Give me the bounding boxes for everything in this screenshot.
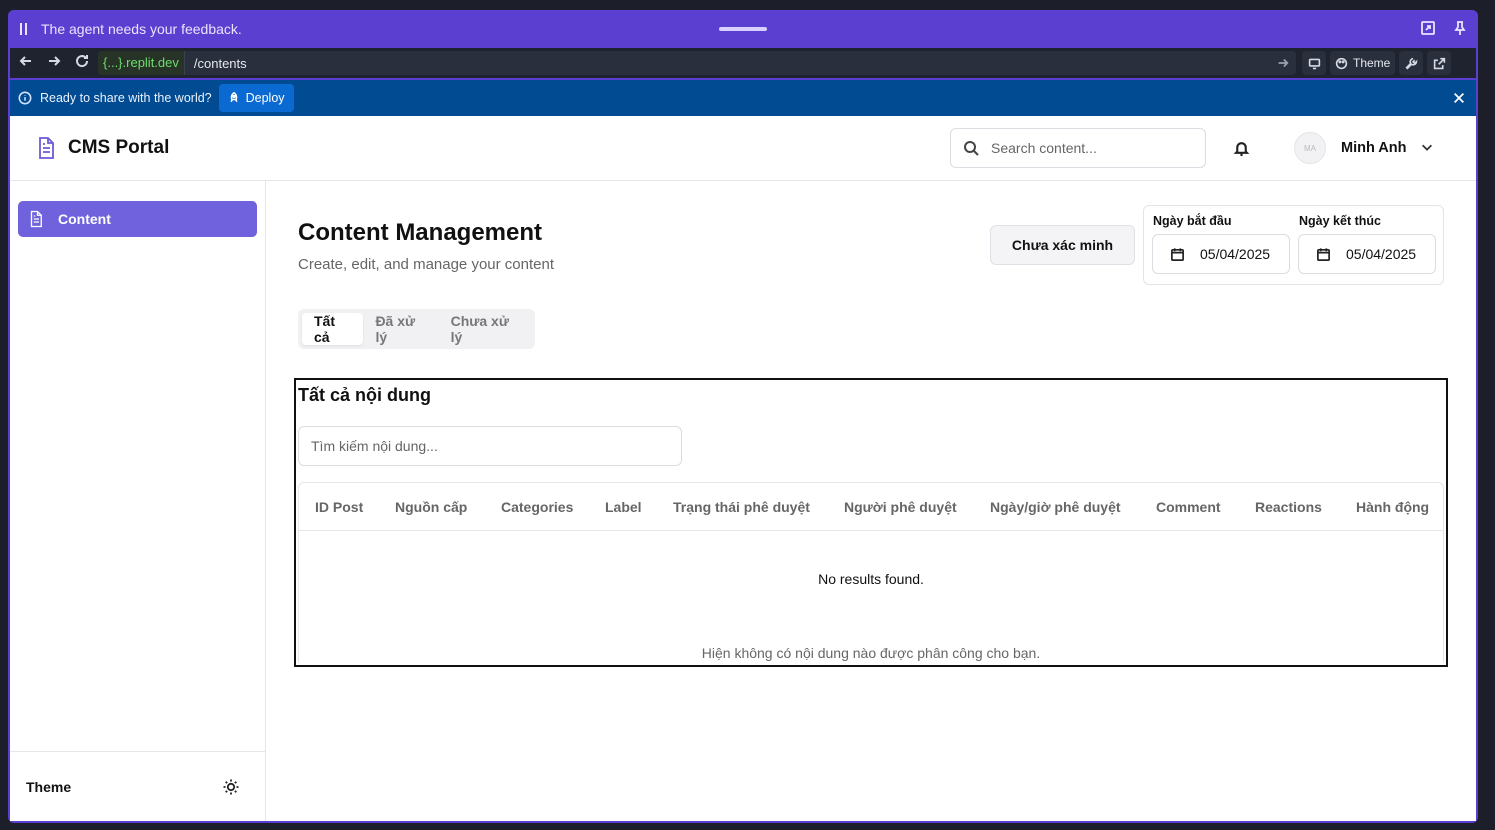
content-card: Tất cả nội dung Tìm kiếm nội dung... ID … — [294, 378, 1448, 667]
end-date-picker[interactable]: 05/04/2025 — [1298, 234, 1436, 274]
start-date-picker[interactable]: 05/04/2025 — [1152, 234, 1290, 274]
agent-message: The agent needs your feedback. — [41, 21, 242, 37]
sidebar-footer: Theme — [10, 751, 266, 821]
page-subtitle: Create, edit, and manage your content — [298, 256, 554, 273]
devtools-button[interactable] — [1399, 51, 1424, 75]
unverified-button[interactable]: Chưa xác minh — [990, 225, 1135, 265]
browser-toolbar: {...}.replit.dev /contents Theme — [10, 48, 1476, 78]
document-icon — [39, 137, 54, 159]
sidebar: Content Theme — [10, 181, 266, 821]
deploy-banner: Ready to share with the world? Deploy — [10, 80, 1476, 116]
app-preview: CMS Portal Search content... MA Minh Anh… — [10, 116, 1476, 821]
column-header[interactable]: Hành động — [1356, 499, 1429, 515]
table-header: ID Post Nguồn cấp Categories Label Trạng… — [299, 483, 1443, 531]
tab-processed[interactable]: Đã xử lý — [363, 313, 438, 345]
content-table: ID Post Nguồn cấp Categories Label Trạng… — [298, 482, 1444, 662]
open-new-tab-button[interactable] — [1427, 51, 1452, 75]
top-navbar: CMS Portal Search content... MA Minh Anh — [10, 116, 1476, 181]
table-caption: Hiện không có nội dung nào được phân côn… — [701, 645, 1041, 661]
bell-icon[interactable] — [1233, 140, 1250, 162]
close-icon[interactable] — [1452, 91, 1466, 108]
column-header[interactable]: Categories — [501, 499, 573, 515]
palette-icon — [1335, 57, 1348, 69]
expand-icon[interactable] — [1420, 20, 1436, 39]
user-name[interactable]: Minh Anh — [1341, 140, 1407, 156]
info-icon — [18, 91, 32, 105]
column-header[interactable]: Ngày/giờ phê duyệt — [990, 499, 1121, 515]
drag-handle[interactable] — [719, 27, 767, 31]
main-content: Content Management Create, edit, and man… — [266, 181, 1476, 821]
end-date-group: Ngày kết thúc 05/04/2025 — [1298, 214, 1436, 274]
sun-icon[interactable] — [222, 778, 240, 801]
go-arrow-icon[interactable] — [1276, 56, 1290, 73]
url-path: /contents — [193, 55, 247, 71]
page-title: Content Management — [298, 219, 543, 246]
theme-button[interactable]: Theme — [1330, 51, 1396, 75]
agent-feedback-bar: The agent needs your feedback. — [8, 10, 1478, 48]
deploy-button[interactable]: Deploy — [218, 84, 294, 112]
rocket-icon — [230, 92, 238, 103]
wrench-icon — [1405, 57, 1418, 70]
empty-state-text: No results found. — [818, 571, 924, 587]
calendar-icon — [1171, 247, 1184, 261]
url-field[interactable]: {...}.replit.dev /contents — [98, 51, 1296, 75]
start-date-value: 05/04/2025 — [1200, 246, 1271, 262]
search-placeholder: Search content... — [991, 140, 1097, 156]
workspace-frame: The agent needs your feedback. {...}.rep… — [8, 10, 1478, 823]
search-icon — [964, 141, 979, 156]
sidebar-item-label: Content — [58, 211, 111, 227]
column-header[interactable]: Comment — [1156, 499, 1221, 515]
url-host: {...}.replit.dev — [98, 51, 185, 75]
column-header[interactable]: Trạng thái phê duyệt — [673, 499, 810, 515]
reload-icon[interactable] — [74, 53, 90, 74]
search-input[interactable]: Search content... — [950, 128, 1206, 168]
column-header[interactable]: Label — [605, 499, 642, 515]
document-icon — [30, 210, 42, 228]
column-header[interactable]: Người phê duyệt — [844, 499, 957, 515]
deploy-button-label: Deploy — [245, 91, 285, 105]
sidebar-item-content[interactable]: Content — [18, 201, 257, 237]
tab-all[interactable]: Tất cả — [302, 313, 364, 345]
card-title: Tất cả nội dung — [298, 385, 431, 405]
start-date-group: Ngày bắt đầu 05/04/2025 — [1152, 214, 1290, 274]
column-header[interactable]: ID Post — [315, 499, 363, 515]
avatar[interactable]: MA — [1294, 132, 1326, 164]
start-date-label: Ngày bắt đầu — [1153, 214, 1232, 228]
end-date-label: Ngày kết thúc — [1299, 214, 1381, 228]
brand[interactable]: CMS Portal — [34, 136, 169, 160]
date-range: Ngày bắt đầu 05/04/2025 Ngày kết thúc 05… — [1143, 205, 1444, 285]
theme-label: Theme — [26, 779, 72, 795]
external-link-icon — [1433, 57, 1446, 69]
column-header[interactable]: Reactions — [1255, 499, 1322, 515]
tab-unprocessed[interactable]: Chưa xử lý — [439, 313, 531, 345]
pause-icon[interactable] — [20, 23, 30, 35]
forward-icon[interactable] — [46, 53, 62, 74]
column-header[interactable]: Nguồn cấp — [395, 499, 467, 515]
back-icon[interactable] — [18, 53, 34, 74]
calendar-icon — [1317, 247, 1330, 261]
status-tabs: Tất cả Đã xử lý Chưa xử lý — [298, 309, 535, 349]
chevron-down-icon[interactable] — [1420, 140, 1434, 159]
monitor-icon — [1308, 58, 1320, 69]
deploy-message: Ready to share with the world? — [40, 91, 212, 105]
device-button[interactable] — [1302, 51, 1326, 75]
theme-button-label: Theme — [1353, 56, 1391, 70]
end-date-value: 05/04/2025 — [1346, 246, 1417, 262]
content-filter-input[interactable]: Tìm kiếm nội dung... — [298, 426, 682, 466]
filter-placeholder: Tìm kiếm nội dung... — [311, 438, 438, 454]
brand-name: CMS Portal — [68, 137, 170, 158]
pin-icon[interactable] — [1452, 20, 1468, 39]
